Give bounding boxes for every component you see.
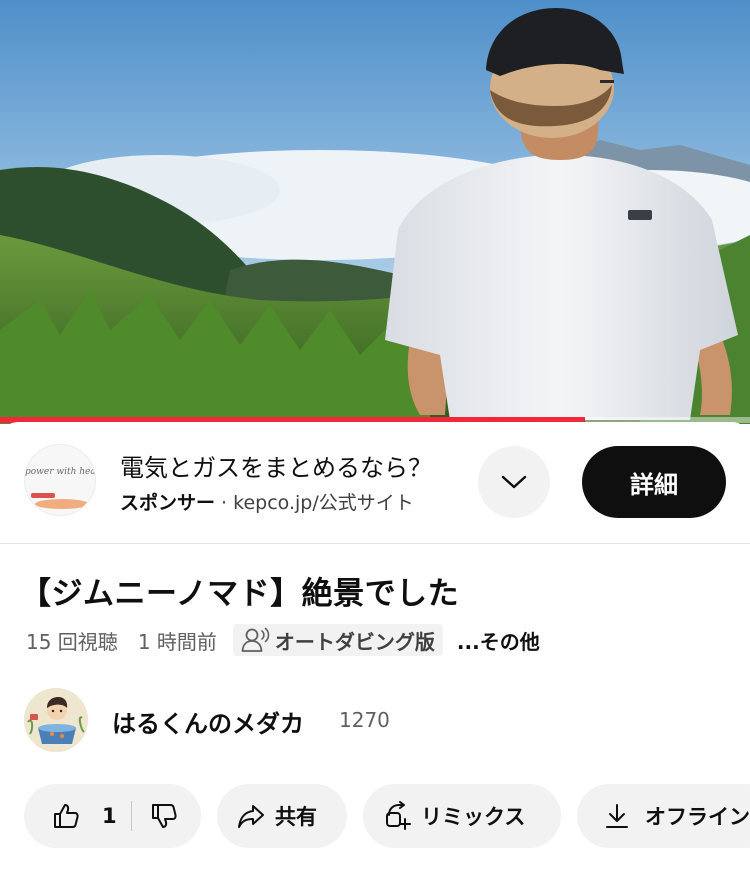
offline-label: オフライン xyxy=(645,805,750,829)
upload-time: 1 時間前 xyxy=(137,629,217,654)
advertiser-logo-mark xyxy=(31,493,55,498)
ad-meta-separator: · xyxy=(215,492,234,514)
remix-button[interactable]: リミックス xyxy=(363,784,561,848)
offline-download-button[interactable]: オフライン xyxy=(577,784,750,848)
ad-meta: スポンサー · kepco.jp/公式サイト xyxy=(120,488,460,515)
view-count: 15 回視聴 xyxy=(26,629,118,654)
channel-avatar[interactable] xyxy=(24,688,88,752)
ad-expand-button[interactable] xyxy=(478,446,550,518)
thumbs-up-icon xyxy=(54,804,79,828)
like-dislike-pill: 1 xyxy=(24,784,201,848)
like-count: 1 xyxy=(102,804,117,828)
ad-title[interactable]: 電気とガスをまとめるなら？ xyxy=(120,448,432,483)
more-link[interactable]: ...その他 xyxy=(457,626,540,655)
like-divider xyxy=(130,801,132,831)
advertiser-logo-text: power with heart xyxy=(25,467,96,477)
chevron-down-icon xyxy=(501,475,527,489)
auto-dub-chip[interactable]: オートダビング版 xyxy=(232,624,443,656)
avatar-illustration xyxy=(24,688,88,752)
advertiser-logo-swoosh xyxy=(35,499,89,509)
ad-details-button[interactable]: 詳細 xyxy=(582,446,726,518)
auto-dub-label: オートダビング版 xyxy=(274,629,435,654)
thumbs-down-icon[interactable] xyxy=(150,802,178,830)
advertiser-logo[interactable]: power with heart xyxy=(24,444,96,516)
ad-domain: kepco.jp/公式サイト xyxy=(233,492,414,514)
user-voice-icon xyxy=(241,627,270,652)
video-player[interactable] xyxy=(0,0,750,424)
remix-icon xyxy=(386,801,411,830)
sponsor-label: スポンサー xyxy=(120,492,216,514)
share-arrow-icon xyxy=(238,805,264,828)
like-button[interactable]: 1 xyxy=(24,784,117,848)
subscriber-count: 1270 xyxy=(339,708,390,732)
share-button[interactable]: 共有 xyxy=(217,784,347,848)
channel-name[interactable]: はるくんのメダカ xyxy=(112,704,304,739)
download-icon xyxy=(606,804,628,828)
share-label: 共有 xyxy=(275,805,317,829)
remix-label: リミックス xyxy=(421,805,526,829)
video-title[interactable]: 【ジムニーノマド】絶景でした xyxy=(20,568,459,613)
video-meta-row: 15 回視聴 1 時間前 オートダビング版 ...その他 xyxy=(26,624,540,656)
video-frame xyxy=(0,0,750,424)
